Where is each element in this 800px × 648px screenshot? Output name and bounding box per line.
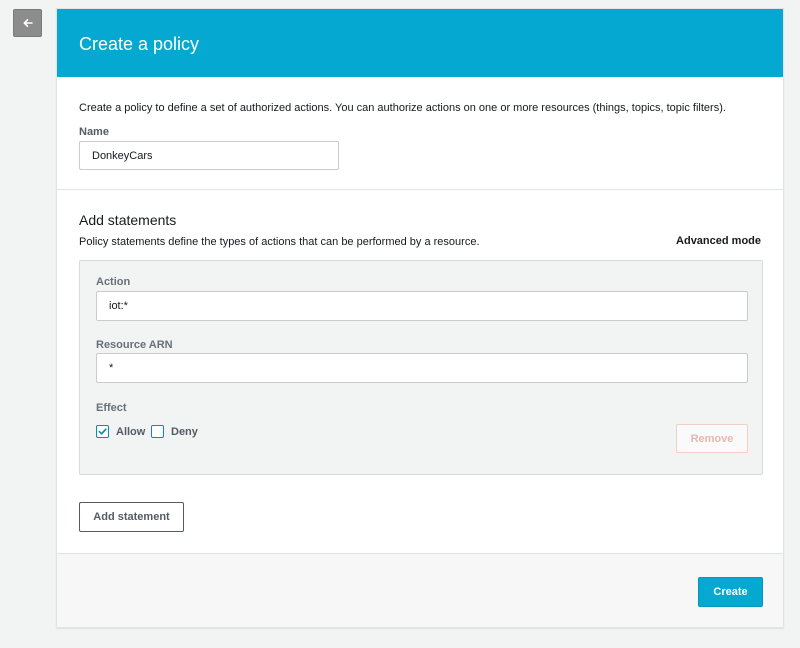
advanced-mode-link[interactable]: Advanced mode [676, 235, 761, 247]
back-button[interactable] [13, 9, 42, 37]
page-title: Create a policy [79, 34, 200, 54]
policy-statement: Action Resource ARN Effect Allow Deny Re… [79, 260, 763, 475]
allow-option[interactable]: Allow [96, 425, 145, 438]
allow-checkbox[interactable] [96, 425, 109, 438]
create-policy-card: Create a policy Create a policy to defin… [56, 8, 784, 628]
effect-label: Effect [96, 402, 127, 414]
add-statement-button[interactable]: Add statement [79, 502, 184, 532]
action-label: Action [96, 276, 131, 288]
arrow-left-icon [22, 17, 34, 29]
policy-name-input[interactable] [79, 141, 339, 170]
intro-text: Create a policy to define a set of autho… [79, 102, 726, 114]
deny-label: Deny [171, 425, 198, 438]
resource-arn-label: Resource ARN [96, 339, 173, 351]
create-button[interactable]: Create [698, 577, 763, 607]
name-label: Name [79, 126, 109, 138]
section-divider [57, 189, 783, 190]
resource-arn-input[interactable] [96, 353, 748, 383]
checkmark-icon [98, 427, 107, 436]
deny-option[interactable]: Deny [151, 425, 198, 438]
card-footer: Create [57, 554, 783, 627]
allow-label: Allow [116, 425, 146, 438]
deny-checkbox[interactable] [151, 425, 164, 438]
remove-statement-button[interactable]: Remove [676, 424, 748, 453]
action-input[interactable] [96, 291, 748, 321]
statements-title: Add statements [79, 212, 177, 228]
card-header: Create a policy [57, 9, 783, 77]
statements-description: Policy statements define the types of ac… [79, 236, 480, 248]
